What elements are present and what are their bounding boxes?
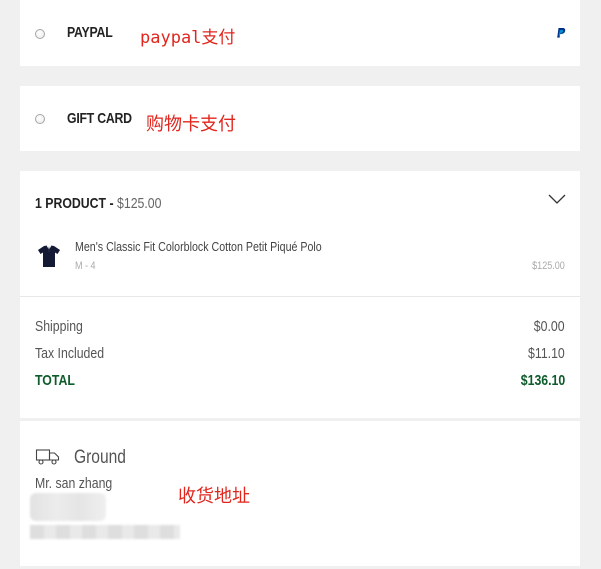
tax-value: $11.10 [528, 345, 565, 362]
payment-option-paypal[interactable]: PAYPAL paypal支付 [20, 0, 580, 66]
tax-label: Tax Included [35, 345, 105, 362]
product-count: 1 PRODUCT - [35, 195, 114, 212]
product-variant: M - 4 [75, 260, 96, 272]
total-row: TOTAL $136.10 [35, 372, 565, 390]
order-summary: 1 PRODUCT - $125.00 Men's Classic Fit Co… [20, 171, 580, 418]
payment-option-gift-card[interactable]: GIFT CARD 购物卡支付 [20, 86, 580, 151]
summary-divider [20, 296, 580, 297]
gift-card-annotation: 购物卡支付 [146, 114, 236, 135]
recipient-name: Mr. san zhang [35, 475, 113, 492]
address-annotation: 收货地址 [178, 486, 250, 507]
product-name: Men's Classic Fit Colorblock Cotton Peti… [75, 239, 322, 254]
gift-card-radio[interactable] [35, 114, 45, 124]
paypal-radio[interactable] [35, 29, 45, 39]
total-value: $136.10 [520, 372, 565, 389]
paypal-logo-icon [557, 28, 566, 38]
summary-subtotal: $125.00 [117, 195, 162, 212]
shipping-label: Shipping [35, 318, 83, 335]
redacted-address-line-2 [30, 525, 180, 539]
total-label: TOTAL [35, 372, 75, 389]
redacted-address-line-1 [30, 493, 106, 521]
shipping-row: Shipping $0.00 [35, 318, 565, 336]
paypal-annotation: paypal支付 [140, 28, 236, 48]
gift-card-label: GIFT CARD [67, 110, 132, 127]
truck-icon [35, 449, 60, 465]
polo-shirt-thumbnail [38, 245, 60, 267]
shipping-method: Ground [74, 447, 126, 468]
summary-title[interactable]: 1 PRODUCT - $125.00 [35, 195, 161, 212]
shipping-value: $0.00 [534, 318, 565, 335]
product-price: $125.00 [532, 260, 565, 272]
shipping-address-card: Ground Mr. san zhang 收货地址 [20, 421, 580, 566]
chevron-down-icon[interactable] [548, 194, 566, 204]
paypal-label: PAYPAL [67, 24, 113, 41]
tax-row: Tax Included $11.10 [35, 345, 565, 363]
